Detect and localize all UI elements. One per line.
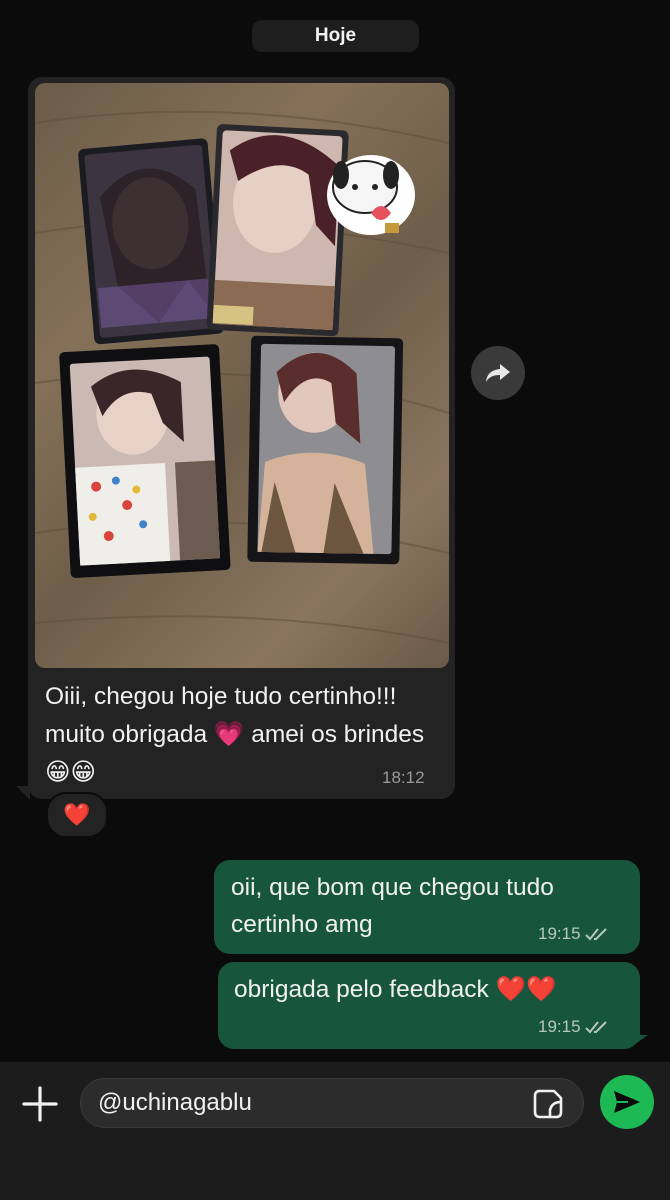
message-photo[interactable] bbox=[35, 83, 449, 668]
attach-button[interactable] bbox=[22, 1086, 58, 1122]
outgoing-message-text: obrigada pelo feedback ❤️❤️ bbox=[234, 976, 557, 1003]
double-check-icon bbox=[584, 928, 607, 941]
outgoing-message-time: 19:15 bbox=[538, 924, 581, 943]
date-separator: Hoje bbox=[252, 20, 419, 52]
forward-button[interactable] bbox=[471, 346, 525, 400]
outgoing-bubble-tail bbox=[628, 1035, 648, 1049]
date-separator-label: Hoje bbox=[314, 25, 357, 46]
incoming-bubble-tail bbox=[16, 786, 30, 800]
send-icon bbox=[614, 1091, 640, 1113]
message-input-value[interactable]: @uchinagablu bbox=[98, 1089, 252, 1117]
outgoing-message-meta: 19:15 bbox=[538, 924, 611, 944]
send-button[interactable] bbox=[600, 1075, 654, 1129]
incoming-message-time: 18:12 bbox=[382, 768, 425, 787]
incoming-message-text: Oiii, chegou hoje tudo certinho!!! muito… bbox=[45, 683, 425, 786]
photo-illustration bbox=[35, 110, 449, 644]
sticker-icon bbox=[533, 1089, 563, 1119]
reaction-emoji: ❤️ bbox=[63, 802, 91, 828]
double-check-icon bbox=[584, 1021, 607, 1034]
forward-icon bbox=[486, 364, 510, 382]
reaction-badge[interactable]: ❤️ bbox=[46, 792, 108, 838]
plus-icon bbox=[22, 1086, 58, 1122]
outgoing-message-meta: 19:15 bbox=[538, 1017, 611, 1037]
sticker-button[interactable] bbox=[532, 1088, 564, 1120]
outgoing-message-time: 19:15 bbox=[538, 1017, 581, 1036]
